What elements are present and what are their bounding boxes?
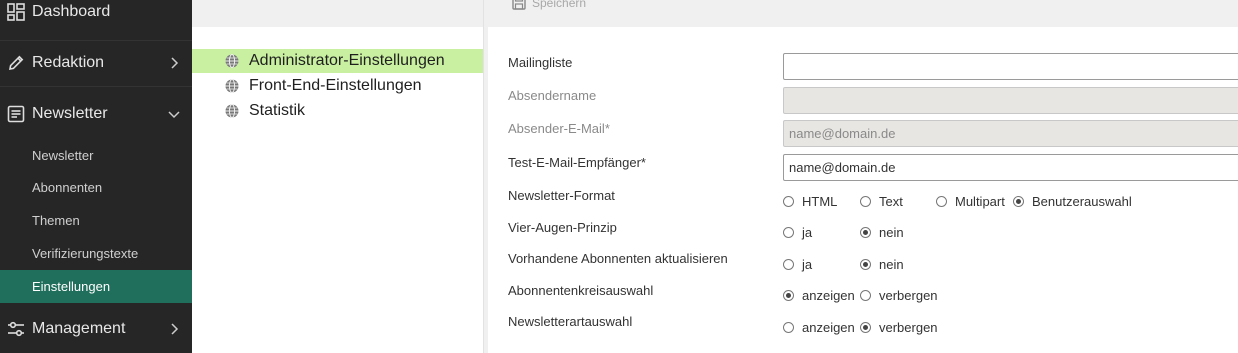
radio-label: Benutzerauswahl — [1032, 194, 1132, 209]
radio-circle-selected — [1013, 196, 1024, 207]
nav-sub-newsletter[interactable]: Newsletter — [0, 139, 192, 172]
radio-format-multipart[interactable]: Multipart — [936, 194, 1005, 209]
radio-artauswahl-verbergen[interactable]: verbergen — [860, 320, 938, 335]
radio-circle-selected — [860, 227, 871, 238]
radio-label: nein — [879, 257, 904, 272]
radio-circle-selected — [783, 290, 794, 301]
sidebar-divider — [0, 40, 192, 41]
tree-item-label: Statistik — [249, 102, 306, 119]
radio-label: Text — [879, 194, 903, 209]
absendername-input — [783, 87, 1238, 114]
dashboard-icon — [6, 2, 26, 22]
label-absendername: Absendername — [508, 88, 597, 103]
save-button-label: Speichern — [532, 0, 587, 10]
sidebar-divider — [0, 86, 192, 87]
radio-format-benutzerauswahl[interactable]: Benutzerauswahl — [1013, 194, 1132, 209]
label-mailingliste: Mailingliste — [508, 55, 573, 70]
pencil-icon — [6, 53, 26, 73]
nav-sub-label: Einstellungen — [32, 279, 111, 294]
label-absender-email: Absender-E-Mail* — [508, 121, 610, 136]
nav-management-label: Management — [32, 320, 126, 337]
radio-circle — [783, 259, 794, 270]
nav-newsletter-label: Newsletter — [32, 105, 108, 122]
radio-vier-augen-nein[interactable]: nein — [860, 225, 904, 240]
radio-format-text[interactable]: Text — [860, 194, 903, 209]
nav-newsletter[interactable]: Newsletter — [0, 94, 192, 134]
nav-redaktion-label: Redaktion — [32, 54, 105, 71]
radio-circle — [783, 196, 794, 207]
chevron-right-icon — [168, 323, 180, 335]
tree-item-frontend[interactable]: Front-End-Einstellungen — [192, 74, 483, 98]
nav-sub-einstellungen[interactable]: Einstellungen — [0, 270, 192, 303]
label-vier-augen: Vier-Augen-Prinzip — [508, 220, 617, 235]
sidebar: Dashboard Redaktion Newsletter Newslette… — [0, 0, 192, 353]
chevron-down-icon — [168, 108, 180, 120]
radio-label: verbergen — [879, 320, 938, 335]
radio-aktualisieren-nein[interactable]: nein — [860, 257, 904, 272]
tree-item-label: Administrator-Einstellungen — [249, 52, 445, 69]
nav-redaktion[interactable]: Redaktion — [0, 43, 192, 83]
nav-dashboard[interactable]: Dashboard — [0, 0, 192, 32]
nav-dashboard-label: Dashboard — [32, 3, 111, 20]
radio-aktualisieren-ja[interactable]: ja — [783, 257, 812, 272]
radio-vier-augen-ja[interactable]: ja — [783, 225, 812, 240]
label-abonnentenkreisauswahl: Abonnentenkreisauswahl — [508, 283, 654, 298]
nav-sub-label: Newsletter — [32, 148, 94, 163]
content-toolbar: Speichern — [488, 0, 1238, 27]
radio-label: verbergen — [879, 288, 938, 303]
floppy-disk-icon — [512, 0, 526, 10]
app-root: Dashboard Redaktion Newsletter Newslette… — [0, 0, 1238, 353]
chevron-right-icon — [168, 57, 180, 69]
radio-label: ja — [802, 225, 813, 240]
nav-sub-themen[interactable]: Themen — [0, 204, 192, 237]
radio-label: HTML — [802, 194, 838, 209]
save-button[interactable]: Speichern — [512, 0, 586, 12]
tree-item-administrator[interactable]: Administrator-Einstellungen — [192, 49, 483, 73]
absender-email-input — [783, 120, 1238, 147]
nav-sub-label: Verifizierungstexte — [32, 246, 139, 261]
radio-circle-selected — [860, 322, 871, 333]
label-newsletter-format: Newsletter-Format — [508, 188, 615, 203]
radio-kreisauswahl-verbergen[interactable]: verbergen — [860, 288, 938, 303]
test-email-input[interactable] — [783, 154, 1238, 181]
newsletter-icon — [6, 104, 26, 124]
radio-label: nein — [879, 225, 904, 240]
tree-item-label: Front-End-Einstellungen — [249, 77, 422, 94]
radio-format-html[interactable]: HTML — [783, 194, 837, 209]
radio-label: anzeigen — [802, 288, 855, 303]
radio-circle — [783, 227, 794, 238]
radio-label: Multipart — [955, 194, 1005, 209]
nav-management[interactable]: Management — [0, 309, 192, 349]
radio-kreisauswahl-anzeigen[interactable]: anzeigen — [783, 288, 855, 303]
nav-sub-label: Abonnenten — [32, 180, 103, 195]
label-abonnenten-aktualisieren: Vorhandene Abonnenten aktualisieren — [508, 251, 728, 266]
label-test-email: Test-E-Mail-Empfänger* — [508, 155, 646, 170]
radio-circle — [783, 322, 794, 333]
radio-circle — [860, 290, 871, 301]
nav-sub-verifizierungstexte[interactable]: Verifizierungstexte — [0, 237, 192, 270]
nav-sub-label: Themen — [32, 213, 80, 228]
radio-artauswahl-anzeigen[interactable]: anzeigen — [783, 320, 855, 335]
tree-header — [192, 0, 483, 27]
radio-circle-selected — [860, 259, 871, 270]
sliders-icon — [6, 319, 26, 339]
radio-circle — [936, 196, 947, 207]
radio-label: anzeigen — [802, 320, 855, 335]
radio-circle — [860, 196, 871, 207]
label-newsletterartauswahl: Newsletterartauswahl — [508, 314, 633, 329]
globe-icon — [225, 79, 239, 93]
panel-splitter[interactable] — [483, 0, 488, 353]
globe-icon — [225, 104, 239, 118]
mailingliste-input[interactable] — [783, 53, 1238, 80]
nav-sub-abonnenten[interactable]: Abonnenten — [0, 171, 192, 204]
tree-item-statistik[interactable]: Statistik — [192, 99, 483, 123]
radio-label: ja — [802, 257, 813, 272]
globe-icon — [225, 54, 239, 68]
